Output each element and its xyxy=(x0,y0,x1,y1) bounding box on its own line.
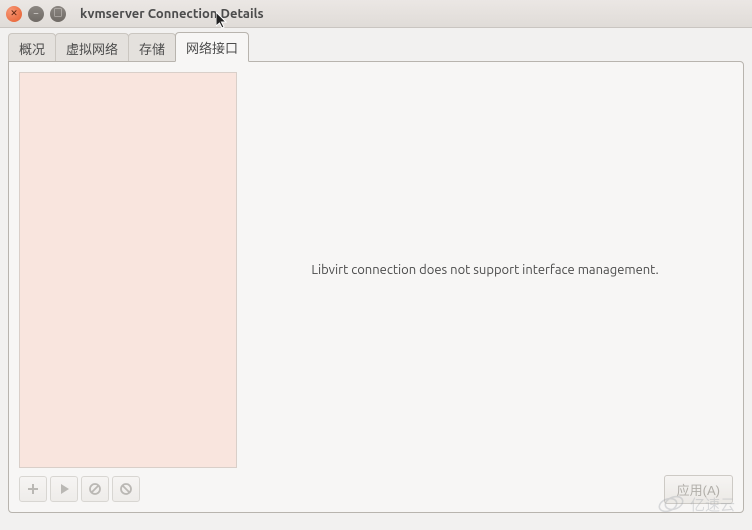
tab-virtual-networks[interactable]: 虚拟网络 xyxy=(55,33,129,62)
toolbar-left xyxy=(19,476,140,502)
tabs: 概况 虚拟网络 存储 网络接口 xyxy=(0,28,752,62)
interface-list-panel[interactable] xyxy=(19,72,237,468)
add-button xyxy=(19,476,47,502)
window-title: kvmserver Connection Details xyxy=(80,7,264,21)
window-controls: ✕ – □ xyxy=(6,6,66,22)
apply-button: 应用(A) xyxy=(664,475,733,504)
forbidden-icon xyxy=(119,482,133,496)
play-icon xyxy=(57,482,71,496)
content-body: Libvirt connection does not support inte… xyxy=(19,72,733,468)
tab-network-interfaces[interactable]: 网络接口 xyxy=(175,32,249,62)
tab-overview[interactable]: 概况 xyxy=(8,33,56,62)
minimize-button[interactable]: – xyxy=(28,6,44,22)
bottom-toolbar: 应用(A) xyxy=(19,474,733,504)
start-button xyxy=(50,476,78,502)
maximize-button[interactable]: □ xyxy=(50,6,66,22)
tab-storage[interactable]: 存储 xyxy=(128,33,176,62)
delete-button xyxy=(112,476,140,502)
stop-button xyxy=(81,476,109,502)
status-message: Libvirt connection does not support inte… xyxy=(237,72,733,468)
titlebar: ✕ – □ kvmserver Connection Details xyxy=(0,0,752,28)
plus-icon xyxy=(26,482,40,496)
tab-content: Libvirt connection does not support inte… xyxy=(8,61,744,513)
stop-icon xyxy=(88,482,102,496)
close-button[interactable]: ✕ xyxy=(6,6,22,22)
